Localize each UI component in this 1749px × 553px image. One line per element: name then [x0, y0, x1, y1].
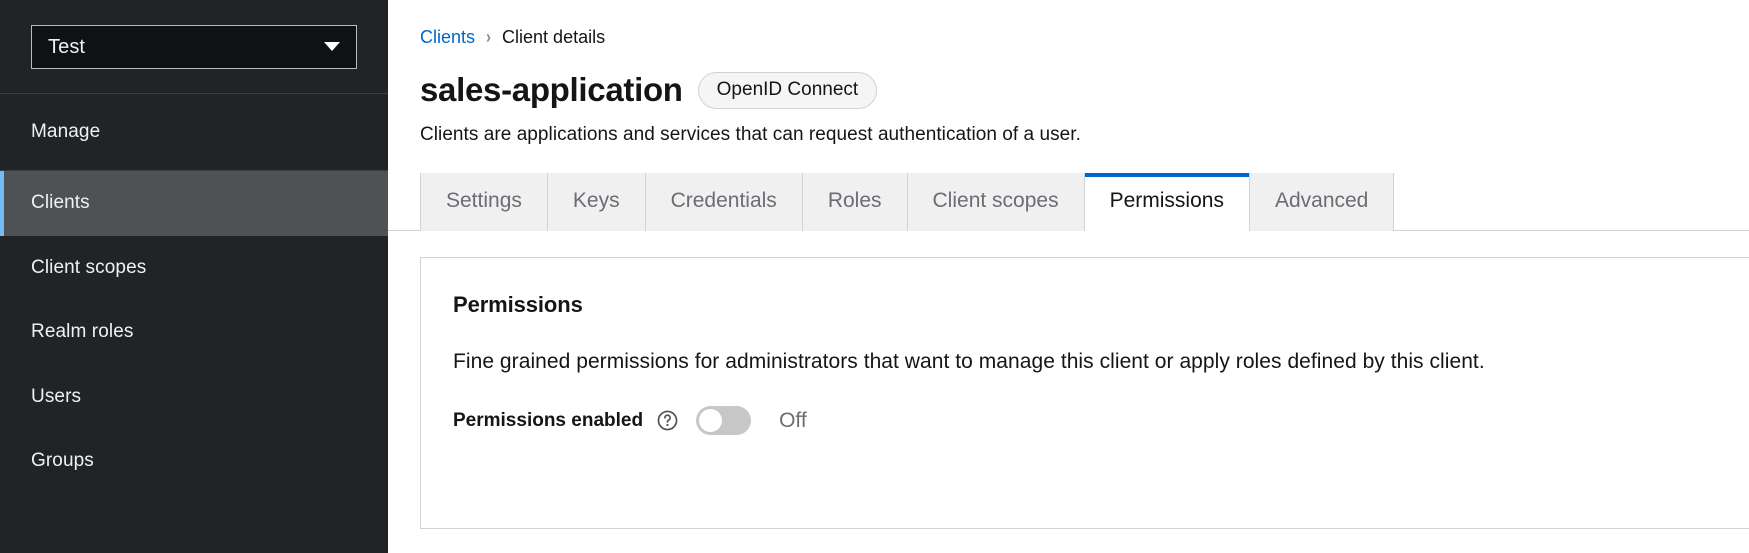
page-header: sales-application OpenID Connect: [388, 48, 1749, 109]
page-description: Clients are applications and services th…: [388, 109, 1749, 146]
sidebar-nav-list: Clients Client scopes Realm roles Users …: [0, 171, 388, 494]
tab-label: Settings: [446, 189, 522, 212]
tab-label: Credentials: [671, 189, 777, 212]
permissions-card-title: Permissions: [453, 292, 1749, 318]
permissions-card-description: Fine grained permissions for administrat…: [453, 350, 1749, 374]
tab-label: Permissions: [1110, 189, 1224, 212]
tab-keys[interactable]: Keys: [548, 173, 646, 231]
sidebar-item-users[interactable]: Users: [0, 365, 388, 430]
tab-content-permissions: Permissions Fine grained permissions for…: [388, 231, 1749, 529]
tab-label: Client scopes: [933, 189, 1059, 212]
permissions-enabled-row: Permissions enabled Off: [453, 406, 1749, 435]
realm-selector[interactable]: Test: [31, 25, 357, 69]
tab-label: Roles: [828, 189, 882, 212]
permissions-card: Permissions Fine grained permissions for…: [420, 257, 1749, 529]
chevron-right-icon: ›: [486, 27, 491, 47]
app-root: Test Manage Clients Client scopes Realm …: [0, 0, 1749, 553]
chevron-down-icon: [324, 42, 340, 51]
sidebar-item-label: Groups: [31, 450, 94, 471]
toggle-knob: [699, 409, 722, 432]
sidebar-item-label: Realm roles: [31, 321, 133, 342]
help-circle-icon[interactable]: [657, 410, 678, 431]
breadcrumb-link-clients[interactable]: Clients: [420, 27, 475, 48]
page-title: sales-application: [420, 71, 683, 109]
nav-section-title-manage: Manage: [0, 94, 388, 170]
permissions-enabled-toggle[interactable]: [696, 406, 751, 435]
realm-selector-value: Test: [48, 37, 85, 57]
sidebar-item-label: Clients: [31, 192, 90, 213]
permissions-enabled-label: Permissions enabled: [453, 410, 643, 432]
sidebar-item-label: Client scopes: [31, 257, 146, 278]
main-content: Clients › Client details sales-applicati…: [388, 0, 1749, 553]
tab-label: Keys: [573, 189, 620, 212]
tab-client-scopes[interactable]: Client scopes: [908, 173, 1085, 231]
permissions-enabled-state: Off: [779, 409, 807, 433]
sidebar-item-realm-roles[interactable]: Realm roles: [0, 300, 388, 365]
tab-permissions[interactable]: Permissions: [1085, 173, 1250, 231]
tab-advanced[interactable]: Advanced: [1250, 173, 1394, 231]
sidebar-item-client-scopes[interactable]: Client scopes: [0, 236, 388, 301]
tab-credentials[interactable]: Credentials: [646, 173, 803, 231]
main-inner: Clients › Client details sales-applicati…: [388, 0, 1749, 529]
tab-settings[interactable]: Settings: [420, 173, 548, 231]
breadcrumb: Clients › Client details: [388, 0, 1749, 48]
realm-selector-container: Test: [0, 0, 388, 93]
breadcrumb-current: Client details: [502, 27, 605, 48]
sidebar: Test Manage Clients Client scopes Realm …: [0, 0, 388, 553]
sidebar-item-groups[interactable]: Groups: [0, 429, 388, 494]
tab-bar: Settings Keys Credentials Roles Client s…: [388, 173, 1749, 231]
sidebar-item-label: Users: [31, 386, 81, 407]
tab-roles[interactable]: Roles: [803, 173, 908, 231]
tab-label: Advanced: [1275, 189, 1368, 212]
sidebar-item-clients[interactable]: Clients: [0, 171, 388, 236]
protocol-badge: OpenID Connect: [698, 72, 878, 109]
